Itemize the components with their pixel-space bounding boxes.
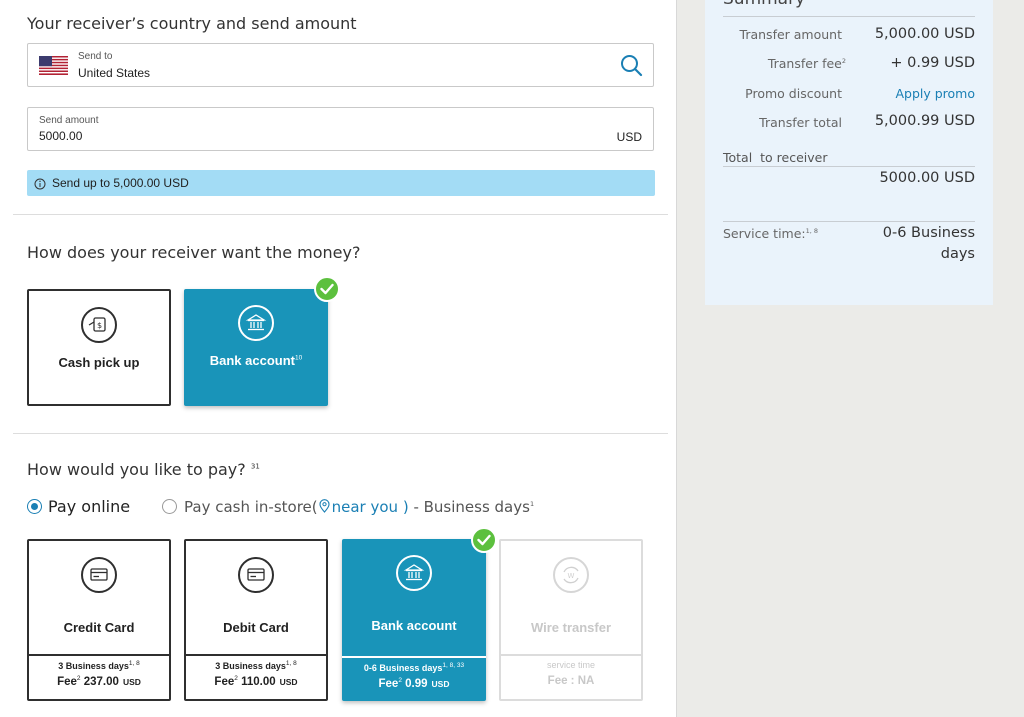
- send-to-value: United States: [78, 66, 151, 80]
- credit-card-details: 3 Business days1, 8 Fee2 237.00 USD: [29, 654, 169, 699]
- pay-cash-prefix: Pay cash in-store(: [184, 498, 318, 516]
- send-limit-text: Send up to 5,000.00 USD: [52, 176, 189, 190]
- credit-card-currency: USD: [122, 676, 141, 687]
- service-time-sup: 1, 8: [805, 226, 819, 235]
- pay-cash-sup: 1: [529, 500, 535, 508]
- bank-account-fee: 0.99: [405, 677, 428, 690]
- transfer-amount-label: Transfer amount: [739, 27, 842, 42]
- receive-option-bank-account[interactable]: Bank account10: [184, 289, 328, 406]
- send-to-label: Send to: [78, 51, 113, 62]
- pay-heading-text: How would you like to pay?: [27, 460, 246, 479]
- svg-text:W: W: [568, 572, 575, 580]
- debit-card-label: Debit Card: [223, 620, 289, 635]
- credit-card-fee-label: Fee: [57, 675, 77, 688]
- pay-heading-sup: 31: [250, 462, 260, 471]
- section-divider: [13, 433, 668, 434]
- location-pin-icon: [318, 499, 331, 517]
- debit-card-fee-label: Fee: [214, 675, 235, 688]
- bank-icon: [238, 305, 274, 341]
- bank-account-fee-label: Fee: [378, 677, 399, 690]
- bank-account-label: Bank account: [209, 353, 295, 368]
- transfer-fee-label: Transfer fee2: [768, 56, 846, 71]
- pay-online-label[interactable]: Pay online: [48, 497, 130, 516]
- bank-account-currency: USD: [431, 678, 450, 689]
- bank-account-fee-sup: 2: [398, 677, 402, 684]
- service-time-label: Service time:1, 8: [723, 226, 818, 241]
- service-time-line2: days: [940, 246, 975, 262]
- total-to-receiver-label: Total to receiver: [723, 150, 828, 165]
- cash-hand-icon: $: [81, 307, 117, 343]
- pay-method-bank-account[interactable]: Bank account 0-6 Business days1, 8, 33 F…: [342, 539, 486, 701]
- service-time-label-text: Service time:: [723, 226, 806, 241]
- section-divider: [13, 214, 668, 215]
- credit-card-time-sup: 1, 8: [128, 660, 140, 667]
- debit-card-fee-sup: 2: [234, 675, 238, 682]
- bank-account-sup: 10: [295, 354, 303, 362]
- summary-divider: [723, 166, 975, 167]
- send-to-field[interactable]: Send to United States: [27, 43, 654, 87]
- transfer-total-label: Transfer total: [759, 115, 842, 130]
- bank-icon: [396, 555, 432, 591]
- pay-cash-radio[interactable]: [162, 499, 177, 514]
- credit-card-label: Credit Card: [63, 620, 135, 635]
- cash-pickup-label: Cash pick up: [58, 355, 140, 370]
- receive-option-cash-pickup[interactable]: $ Cash pick up: [27, 289, 171, 406]
- bank-account-time: 0-6 Business days: [363, 663, 443, 673]
- bank-account-details: 0-6 Business days1, 8, 33 Fee2 0.99 USD: [342, 656, 486, 701]
- receive-section-heading: How does your receiver want the money?: [27, 243, 361, 262]
- pay-cash-label[interactable]: Pay cash in-store( near you ) - Business …: [184, 498, 534, 517]
- transfer-total-value: 5,000.99 USD: [874, 113, 975, 129]
- transfer-fee-sup: 2: [841, 56, 846, 65]
- send-amount-label: Send amount: [39, 115, 99, 126]
- debit-card-time-sup: 1, 8: [285, 660, 297, 667]
- bank-account-time-sup: 1, 8, 33: [442, 662, 465, 669]
- bank-account-method-label: Bank account: [371, 618, 457, 633]
- pay-online-radio[interactable]: [27, 499, 42, 514]
- transfer-fee-label-text: Transfer fee: [767, 56, 842, 71]
- svg-text:$: $: [97, 321, 102, 330]
- summary-divider: [723, 16, 975, 17]
- card-icon: [81, 557, 117, 593]
- debit-card-details: 3 Business days1, 8 Fee2 110.00 USD: [186, 654, 326, 699]
- debit-card-time: 3 Business days: [215, 661, 286, 671]
- promo-discount-label: Promo discount: [745, 86, 842, 101]
- transfer-form-panel: Your receiver’s country and send amount …: [0, 0, 677, 717]
- country-section-heading: Your receiver’s country and send amount: [27, 14, 357, 33]
- wire-transfer-label: Wire transfer: [530, 620, 612, 635]
- credit-card-fee-sup: 2: [76, 675, 81, 682]
- service-time-line1: 0-6 Business: [882, 225, 975, 241]
- apply-promo-link[interactable]: Apply promo: [895, 86, 975, 101]
- pay-section-heading: How would you like to pay? 31: [27, 460, 260, 479]
- selected-check-icon: [314, 276, 340, 302]
- selected-check-icon: [471, 527, 497, 553]
- send-amount-currency: USD: [616, 130, 642, 144]
- wire-transfer-time: service time: [546, 660, 595, 670]
- send-amount-value: 5000.00: [39, 129, 83, 143]
- wire-transfer-details: service time Fee : NA: [501, 654, 641, 699]
- credit-card-fee: 237.00: [83, 675, 119, 688]
- pay-cash-suffix: - Business days: [408, 498, 530, 516]
- us-flag-icon: [39, 56, 68, 75]
- wire-transfer-icon: W: [553, 557, 589, 593]
- send-amount-field[interactable]: Send amount 5000.00 USD: [27, 107, 654, 151]
- transfer-fee-value: + 0.99 USD: [890, 55, 975, 71]
- summary-divider: [723, 221, 975, 222]
- summary-panel: Summary Transfer amount 5,000.00 USD Tra…: [705, 0, 993, 305]
- wire-transfer-fee: Fee : NA: [547, 675, 595, 687]
- debit-card-currency: USD: [279, 676, 298, 687]
- search-icon[interactable]: [620, 54, 643, 82]
- send-limit-info: Send up to 5,000.00 USD: [27, 170, 655, 196]
- pay-method-credit-card[interactable]: Credit Card 3 Business days1, 8 Fee2 237…: [27, 539, 171, 701]
- total-to-receiver-value: 5000.00 USD: [879, 170, 975, 186]
- info-icon: [34, 177, 46, 195]
- card-icon: [238, 557, 274, 593]
- pay-method-wire-transfer: W Wire transfer service time Fee : NA: [499, 539, 643, 701]
- summary-title: Summary: [723, 0, 805, 9]
- debit-card-fee: 110.00: [241, 675, 276, 688]
- credit-card-time: 3 Business days: [58, 661, 129, 671]
- near-you-link[interactable]: near you ): [332, 498, 409, 516]
- transfer-amount-value: 5,000.00 USD: [874, 26, 975, 42]
- pay-method-debit-card[interactable]: Debit Card 3 Business days1, 8 Fee2 110.…: [184, 539, 328, 701]
